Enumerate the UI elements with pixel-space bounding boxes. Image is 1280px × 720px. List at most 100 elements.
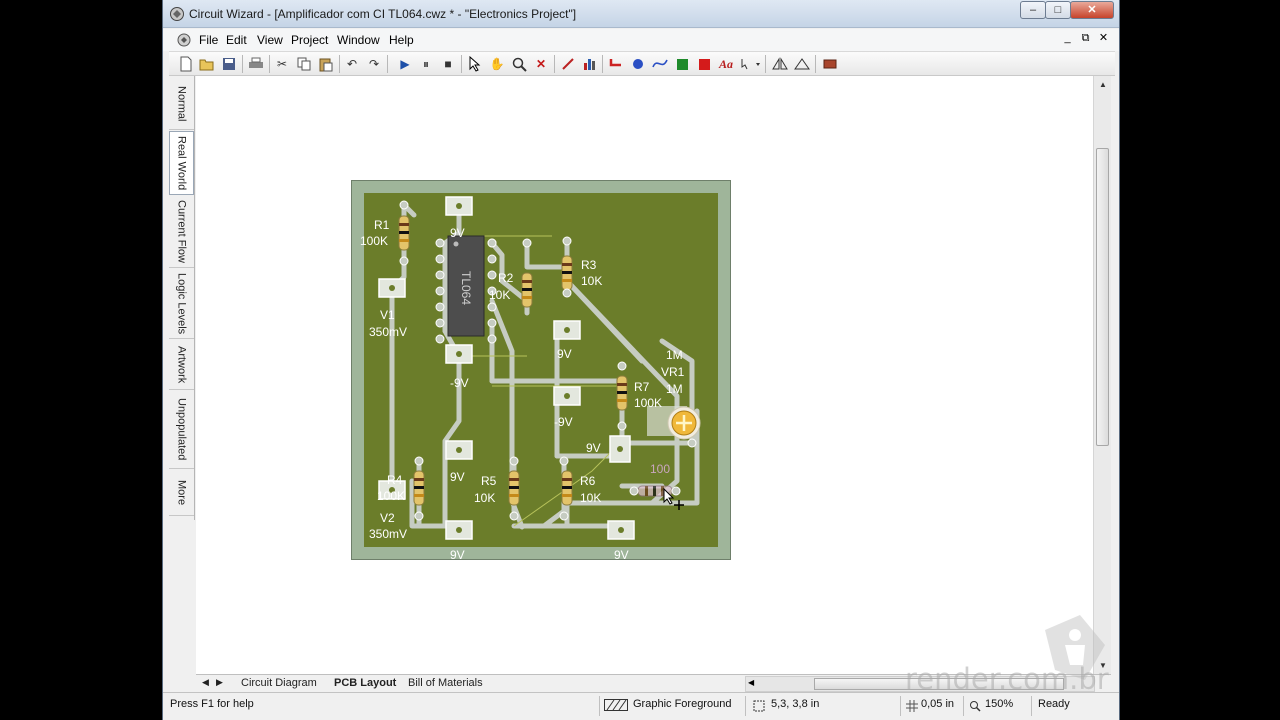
chip-9v-label: 9V <box>450 226 465 240</box>
pcb-artwork: R1 100K 9V TL064 R2 10K R3 10K V1 350mV … <box>360 193 718 559</box>
rectangle-icon[interactable] <box>673 55 691 73</box>
select-mode-icon[interactable] <box>739 55 763 73</box>
text-icon[interactable]: Aa <box>717 55 735 73</box>
status-help: Press F1 for help <box>170 698 254 710</box>
graph-icon[interactable] <box>581 55 599 73</box>
menu-edit[interactable]: Edit <box>226 33 247 47</box>
tab-circuit-diagram[interactable]: Circuit Diagram <box>241 677 317 689</box>
status-state: Ready <box>1038 698 1070 710</box>
status-separator <box>900 696 901 716</box>
status-zoom: 150% <box>985 698 1014 710</box>
tab-unpopulated[interactable]: Unpopulated <box>169 391 194 469</box>
status-separator <box>1031 696 1032 716</box>
zoom-status-icon <box>969 700 981 715</box>
pcb-board[interactable]: R1 100K 9V TL064 R2 10K R3 10K V1 350mV … <box>351 180 731 560</box>
pad-icon[interactable] <box>629 55 647 73</box>
r6-label: R6 <box>580 474 596 488</box>
track-icon[interactable] <box>607 55 625 73</box>
scroll-up-icon[interactable]: ▲ <box>1094 76 1112 93</box>
paste-icon[interactable] <box>317 55 335 73</box>
r1-label: R1 <box>374 218 390 232</box>
menu-window[interactable]: Window <box>337 33 380 47</box>
vr1-value: 1M <box>666 382 683 396</box>
scroll-left-icon[interactable]: ◀ <box>748 678 754 687</box>
rotate-icon[interactable] <box>793 55 811 73</box>
toolbar-separator <box>387 55 388 73</box>
toolbar-separator <box>554 55 555 73</box>
save-icon[interactable] <box>220 55 238 73</box>
curve-icon[interactable] <box>651 55 669 73</box>
tab-artwork[interactable]: Artwork <box>169 340 194 390</box>
tab-more[interactable]: More <box>169 470 194 516</box>
pad-9v-label-4: 9V <box>450 548 465 559</box>
maximize-button[interactable]: □ <box>1045 1 1071 19</box>
new-icon[interactable] <box>177 55 195 73</box>
pad-neg9v-label: -9V <box>450 376 469 390</box>
pause-icon[interactable]: ⏸ <box>417 55 435 73</box>
tab-logic-levels[interactable]: Logic Levels <box>169 269 194 339</box>
toolbar-separator <box>461 55 462 73</box>
cut-icon[interactable]: ✂ <box>273 55 291 73</box>
tab-pcb-layout[interactable]: PCB Layout <box>334 677 396 689</box>
redo-icon[interactable]: ↷ <box>365 55 383 73</box>
print-icon[interactable] <box>247 55 265 73</box>
toolbar: ✂ ↶ ↷ ▶ ⏸ ■ ✋ ✕ Aa <box>169 51 1115 76</box>
undo-icon[interactable]: ↶ <box>343 55 361 73</box>
tab-normal[interactable]: Normal <box>169 78 194 130</box>
pan-icon[interactable]: ✋ <box>488 55 506 73</box>
component-icon[interactable] <box>821 55 839 73</box>
vertical-scrollbar[interactable]: ▲ ▼ <box>1093 76 1111 674</box>
toolbar-separator <box>815 55 816 73</box>
pcb-canvas[interactable]: R1 100K 9V TL064 R2 10K R3 10K V1 350mV … <box>196 76 1093 674</box>
tab-current-flow[interactable]: Current Flow <box>169 196 194 268</box>
toolbar-separator <box>602 55 603 73</box>
mdi-restore-button[interactable]: ⧉ <box>1078 32 1093 46</box>
chip-label: TL064 <box>459 271 473 305</box>
title-bar[interactable]: Circuit Wizard - [Amplificador com CI TL… <box>163 0 1119 28</box>
minimize-button[interactable]: – <box>1020 1 1046 19</box>
fill-icon[interactable] <box>695 55 713 73</box>
probe-icon[interactable] <box>559 55 577 73</box>
cursor-position-icon <box>753 700 765 715</box>
pad-neg9v-label-2: -9V <box>554 415 573 429</box>
menu-help[interactable]: Help <box>389 33 414 47</box>
menu-project[interactable]: Project <box>291 33 328 47</box>
layer-icon <box>604 699 628 714</box>
zoom-icon[interactable] <box>510 55 528 73</box>
app-icon <box>170 7 184 21</box>
mdi-close-button[interactable]: ✕ <box>1096 32 1111 46</box>
tab-scroll-left-icon[interactable]: ◀ <box>202 677 209 688</box>
v1-label: V1 <box>380 308 395 322</box>
tab-scroll-right-icon[interactable]: ▶ <box>216 677 223 688</box>
menu-view[interactable]: View <box>257 33 283 47</box>
status-layer: Graphic Foreground <box>633 698 732 710</box>
tab-bill-of-materials[interactable]: Bill of Materials <box>408 677 483 689</box>
open-icon[interactable] <box>198 55 216 73</box>
delete-icon[interactable]: ✕ <box>532 55 550 73</box>
menu-file[interactable]: File <box>199 33 218 47</box>
stop-icon[interactable]: ■ <box>439 55 457 73</box>
window-title: Circuit Wizard - [Amplificador com CI TL… <box>189 7 577 21</box>
v2-value: 350mV <box>369 527 407 541</box>
vr1-label: VR1 <box>661 365 685 379</box>
r7-value: 100K <box>634 396 662 410</box>
mirror-icon[interactable] <box>771 55 789 73</box>
r4-value: 100K <box>377 489 405 503</box>
select-icon[interactable] <box>466 55 484 73</box>
r5-value: 10K <box>474 491 495 505</box>
pad-9v-label-2: 9V <box>586 441 601 455</box>
vertical-scroll-thumb[interactable] <box>1096 148 1109 446</box>
tab-real-world[interactable]: Real World <box>169 131 194 195</box>
mdi-minimize-button[interactable]: _ <box>1060 32 1075 46</box>
status-coords: 5,3, 3,8 in <box>771 698 820 710</box>
r2-value: 10K <box>489 288 510 302</box>
play-icon[interactable]: ▶ <box>396 55 414 73</box>
toolbar-separator <box>765 55 766 73</box>
r2-label: R2 <box>498 271 514 285</box>
view-tabs: Normal Real World Current Flow Logic Lev… <box>169 76 195 520</box>
copy-icon[interactable] <box>295 55 313 73</box>
close-button[interactable]: ✕ <box>1070 1 1114 19</box>
potentiometer-vr1[interactable] <box>647 406 701 440</box>
status-bar: Press F1 for help Graphic Foreground 5,3… <box>163 692 1119 720</box>
document-icon[interactable] <box>176 32 192 48</box>
